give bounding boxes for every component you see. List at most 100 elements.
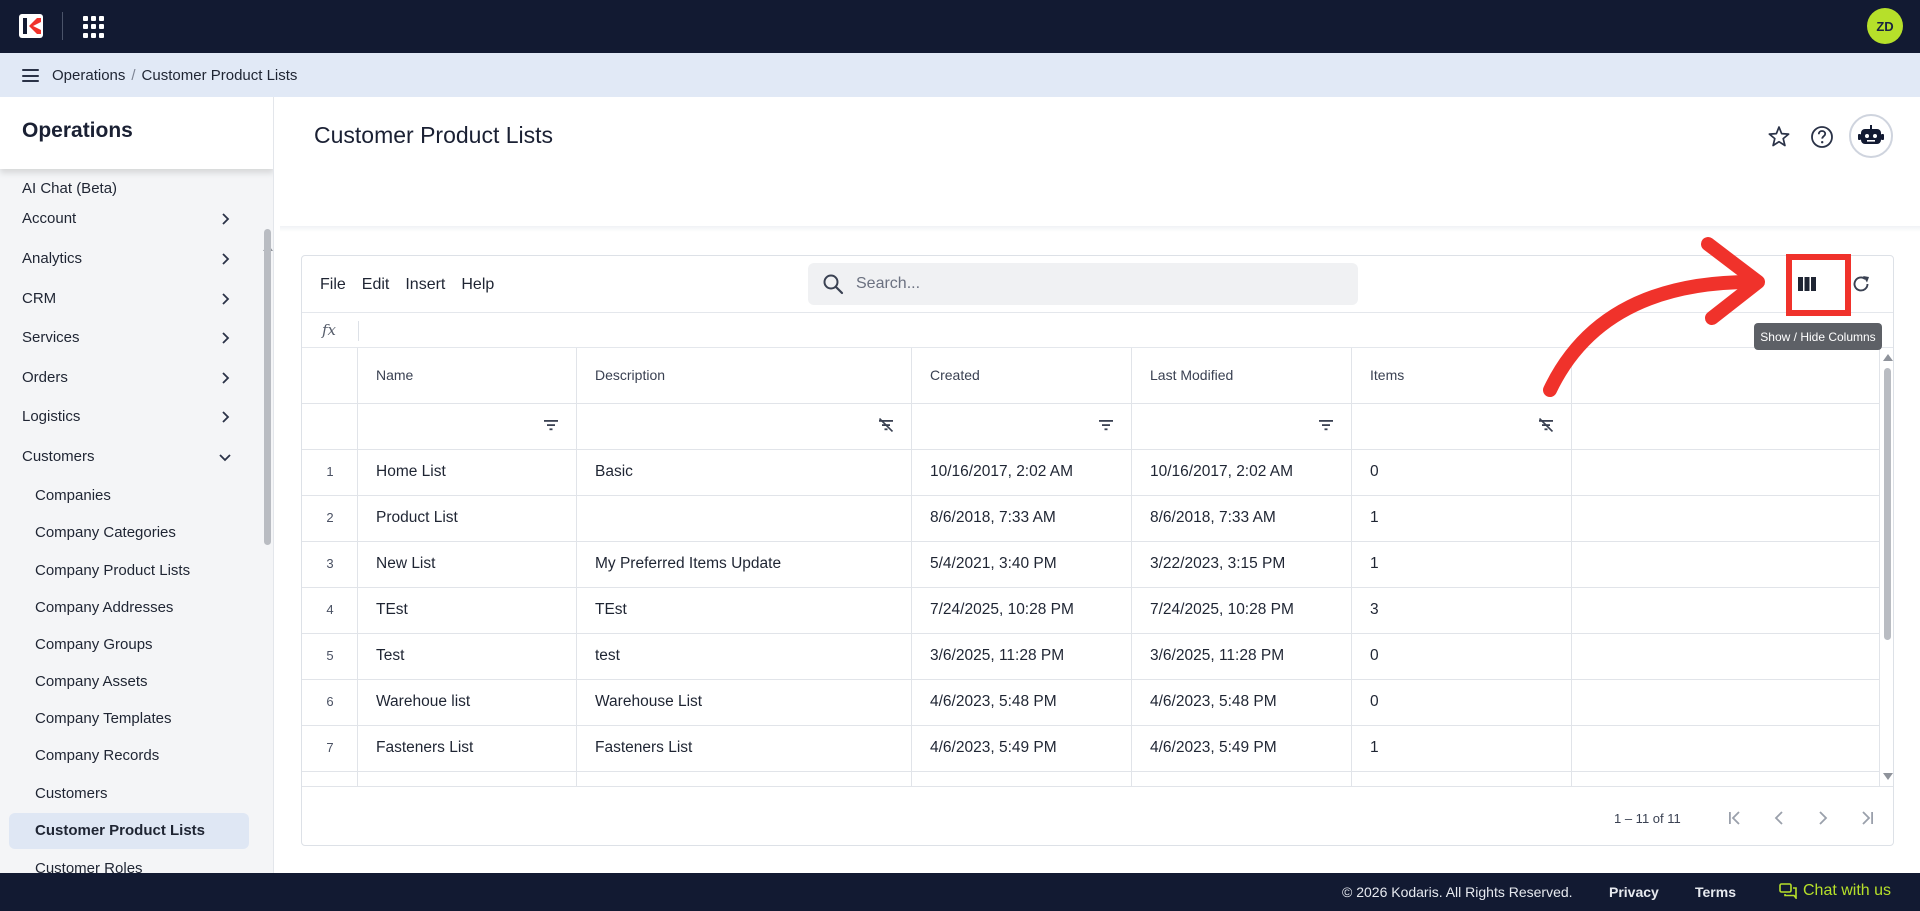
- sidebar-item-orders[interactable]: Orders: [0, 360, 258, 396]
- table-cell-created[interactable]: 7/24/2025, 10:28 PM: [912, 588, 1132, 634]
- table-cell-last-modified[interactable]: 4/6/2023, 5:48 PM: [1132, 680, 1352, 726]
- table-cell-description[interactable]: TEst: [577, 588, 912, 634]
- table-cell-name[interactable]: TEst: [358, 588, 577, 634]
- table-cell-last-modified[interactable]: 3/22/2023, 3:15 PM: [1132, 542, 1352, 588]
- table-cell-name[interactable]: Warehoue list: [358, 680, 577, 726]
- hamburger-menu-icon[interactable]: [22, 69, 39, 82]
- sidebar-title: Operations: [22, 119, 133, 142]
- table-cell-items[interactable]: 0: [1352, 634, 1572, 680]
- table-cell-last-modified[interactable]: 7/24/2025, 10:28 PM: [1132, 588, 1352, 634]
- sidebar-subitem-customer-roles[interactable]: Customer Roles: [0, 851, 258, 873]
- column-header-created[interactable]: Created: [912, 348, 1132, 404]
- sidebar-subitem-company-groups[interactable]: Company Groups: [0, 627, 258, 663]
- table-cell-text: 4/6/2023, 5:48 PM: [1150, 693, 1277, 710]
- menu-help[interactable]: Help: [461, 276, 494, 293]
- previous-page-icon[interactable]: [1768, 807, 1790, 829]
- sidebar-subitem-companies[interactable]: Companies: [0, 478, 258, 514]
- sidebar-item-logistics[interactable]: Logistics: [0, 399, 258, 435]
- sidebar-item-customers[interactable]: Customers: [0, 439, 258, 475]
- column-header-label: Items: [1370, 367, 1405, 383]
- next-page-icon[interactable]: [1812, 807, 1834, 829]
- filter-icon[interactable]: [1098, 418, 1114, 432]
- column-header-name[interactable]: Name: [358, 348, 577, 404]
- sidebar-subitem-company-product-lists[interactable]: Company Product Lists: [0, 553, 258, 589]
- help-icon[interactable]: [1809, 124, 1835, 150]
- table-cell-text: 1: [1370, 555, 1379, 572]
- sidebar-subitem-company-categories[interactable]: Company Categories: [0, 515, 258, 551]
- chevron-right-icon: [222, 332, 230, 344]
- top-app-bar: ZD: [0, 0, 1920, 53]
- scroll-down-arrow-icon[interactable]: [1883, 773, 1893, 780]
- menu-insert[interactable]: Insert: [405, 276, 445, 293]
- footer-privacy-link[interactable]: Privacy: [1609, 884, 1659, 900]
- first-page-icon[interactable]: [1724, 807, 1746, 829]
- scroll-up-arrow-icon[interactable]: [1883, 354, 1893, 361]
- sidebar-item-label: Analytics: [22, 250, 83, 267]
- sidebar-scrollbar[interactable]: [262, 169, 273, 873]
- table-cell-last-modified[interactable]: 4/6/2023, 5:49 PM: [1132, 726, 1352, 772]
- menu-file[interactable]: File: [320, 276, 346, 293]
- sidebar-item-services[interactable]: Services: [0, 320, 258, 356]
- footer-terms-link[interactable]: Terms: [1695, 884, 1736, 900]
- sidebar-subitem-company-addresses[interactable]: Company Addresses: [0, 590, 258, 626]
- table-cell-items[interactable]: 1: [1352, 496, 1572, 542]
- row-number-label: 4: [326, 602, 334, 617]
- user-avatar[interactable]: ZD: [1867, 8, 1903, 44]
- table-cell-description[interactable]: Basic: [577, 450, 912, 496]
- filter-off-icon[interactable]: [878, 418, 894, 432]
- table-cell-name[interactable]: Test: [358, 634, 577, 680]
- scrollbar-thumb[interactable]: [264, 229, 271, 545]
- filter-icon[interactable]: [1318, 418, 1334, 432]
- apps-grid-icon[interactable]: [83, 16, 105, 38]
- table-cell-created[interactable]: 5/4/2021, 3:40 PM: [912, 542, 1132, 588]
- sidebar-subitem-company-records[interactable]: Company Records: [0, 738, 258, 774]
- kodaris-logo[interactable]: [18, 13, 44, 39]
- sidebar-item-analytics[interactable]: Analytics: [0, 241, 258, 277]
- table-cell-created[interactable]: 8/6/2018, 7:33 AM: [912, 496, 1132, 542]
- table-cell-items[interactable]: 3: [1352, 588, 1572, 634]
- table-cell-items[interactable]: 0: [1352, 450, 1572, 496]
- refresh-icon[interactable]: [1850, 273, 1872, 295]
- table-cell-text: New List: [376, 555, 436, 572]
- filter-icon[interactable]: [543, 418, 559, 432]
- table-cell-items[interactable]: 1: [1352, 726, 1572, 772]
- ai-assistant-button[interactable]: [1849, 114, 1893, 158]
- breadcrumb-item-operations[interactable]: Operations: [52, 67, 125, 84]
- sidebar-item-account[interactable]: Account: [0, 201, 258, 237]
- sidebar-item-crm[interactable]: CRM: [0, 281, 258, 317]
- column-header-last-modified[interactable]: Last Modified: [1132, 348, 1352, 404]
- sidebar-subitem-company-templates[interactable]: Company Templates: [0, 701, 258, 737]
- table-cell-name[interactable]: Home List: [358, 450, 577, 496]
- table-cell-name[interactable]: Product List: [358, 496, 577, 542]
- column-header-description[interactable]: Description: [577, 348, 912, 404]
- table-cell-last-modified[interactable]: 10/16/2017, 2:02 AM: [1132, 450, 1352, 496]
- table-cell-description[interactable]: test: [577, 634, 912, 680]
- sidebar-subitem-company-assets[interactable]: Company Assets: [0, 664, 258, 700]
- table-cell-description[interactable]: Fasteners List: [577, 726, 912, 772]
- table-cell-created[interactable]: 3/6/2025, 11:28 PM: [912, 634, 1132, 680]
- sidebar-subitem-label: Company Records: [35, 747, 160, 764]
- scrollbar-thumb[interactable]: [1884, 368, 1891, 640]
- sidebar-subitem-customer-product-lists[interactable]: Customer Product Lists: [9, 813, 249, 849]
- table-cell-created[interactable]: 4/6/2023, 5:48 PM: [912, 680, 1132, 726]
- last-page-icon[interactable]: [1856, 807, 1878, 829]
- table-cell-last-modified[interactable]: 3/6/2025, 11:28 PM: [1132, 634, 1352, 680]
- table-cell-description[interactable]: [577, 496, 912, 542]
- table-cell-name[interactable]: Fasteners List: [358, 726, 577, 772]
- grid-scrollbar[interactable]: [1880, 348, 1893, 786]
- table-cell-description[interactable]: My Preferred Items Update: [577, 542, 912, 588]
- menu-edit[interactable]: Edit: [362, 276, 390, 293]
- table-cell-last-modified[interactable]: 8/6/2018, 7:33 AM: [1132, 496, 1352, 542]
- table-cell-created[interactable]: 4/6/2023, 5:49 PM: [912, 726, 1132, 772]
- chat-with-us-button[interactable]: Chat with us: [1779, 882, 1891, 900]
- table-cell-created[interactable]: 10/16/2017, 2:02 AM: [912, 450, 1132, 496]
- filter-off-icon[interactable]: [1538, 418, 1554, 432]
- search-input[interactable]: [856, 271, 1336, 297]
- sidebar-subitem-customers[interactable]: Customers: [0, 776, 258, 812]
- table-cell-items[interactable]: 1: [1352, 542, 1572, 588]
- table-cell-name[interactable]: New List: [358, 542, 577, 588]
- table-cell-description[interactable]: Warehouse List: [577, 680, 912, 726]
- table-cell-text: 0: [1370, 463, 1379, 480]
- favorite-star-icon[interactable]: [1766, 124, 1792, 150]
- table-cell-items[interactable]: 0: [1352, 680, 1572, 726]
